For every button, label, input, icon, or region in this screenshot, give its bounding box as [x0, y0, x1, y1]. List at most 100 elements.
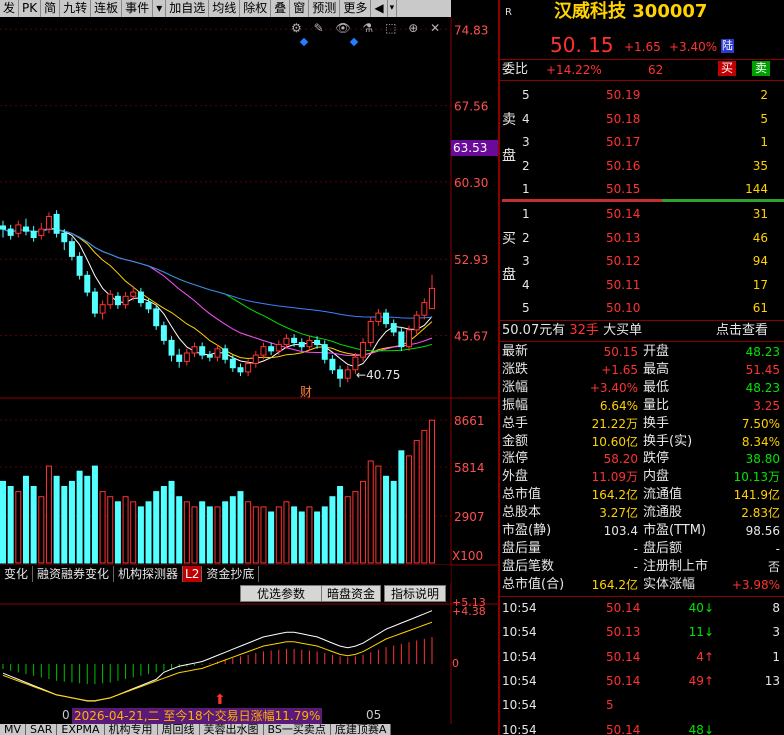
volume-bar [421, 429, 428, 564]
price-axis-label: 52.93 [454, 253, 488, 267]
candle-body [367, 321, 374, 343]
volume-bar [429, 419, 435, 564]
quote-panel: R 汉威科技 300007 50. 15 +1.65 +3.40% 陆 委比 +… [498, 0, 784, 735]
bottom-tab-4[interactable]: 周回线 [157, 724, 200, 735]
quote-value: 2.83亿 [741, 506, 780, 521]
candle-body [229, 358, 236, 369]
sell-button[interactable]: 卖 [752, 61, 771, 76]
view-detail-link[interactable]: 点击查看 [716, 323, 768, 339]
quote-label: 金额 [502, 433, 529, 449]
volume-bar [413, 440, 420, 564]
stock-price: 50. 15 [550, 33, 614, 57]
volume-bar [168, 480, 175, 564]
candle-body [76, 255, 83, 276]
candle-body [91, 291, 98, 314]
quote-label: 涨停 [502, 451, 529, 467]
macd-axis-label: 0 [452, 657, 459, 670]
bottom-tab-7[interactable]: 底建顶赛A [330, 724, 392, 735]
bottom-tab-6[interactable]: BS一买卖点 [263, 724, 331, 735]
indicator-tab-1[interactable]: 融资融券变化 [33, 566, 115, 582]
quote-value: 6.64% [599, 398, 638, 413]
quote-label: 总市值 [502, 487, 542, 503]
candle-body [337, 369, 344, 379]
quote-value: 3.25 [753, 398, 780, 413]
weibi-value: +14.22% [546, 63, 602, 77]
tick-volume-value: 49 [688, 673, 704, 688]
tick-volume-value: 11 [688, 625, 704, 640]
quote-label: 总市值(合) [502, 576, 565, 592]
indicator-tab-2[interactable]: 机构探测器 [114, 566, 184, 582]
buy-button[interactable]: 买 [718, 61, 737, 76]
indicator-tab-0[interactable]: 变化 [0, 566, 34, 582]
volume-bar [160, 486, 167, 564]
price-axis-label: 74.83 [454, 23, 488, 37]
volume-bar [191, 506, 198, 564]
quote-value: 58.20 [603, 452, 638, 467]
candle-body [398, 331, 405, 348]
bids-side-label: 买 [502, 231, 516, 247]
date-label: 05 [366, 708, 381, 722]
candle-body [191, 346, 198, 354]
bottom-tab-1[interactable]: SAR [26, 724, 58, 735]
down-arrow-icon: ↓ [703, 601, 714, 615]
indicator-tab-4[interactable]: 资金抄底 [202, 566, 260, 582]
event-info: 2026-04-21,二 至今18个交易日涨幅11.79% [72, 708, 323, 724]
option-button-2[interactable]: 指标说明 [384, 585, 446, 602]
tick-count: 8 [772, 601, 780, 615]
quote-label: 盘后额 [643, 540, 683, 556]
volume-bar [298, 511, 305, 564]
volume-bar [30, 486, 37, 564]
candle-body [329, 358, 336, 371]
down-arrow-icon: ↓ [703, 625, 714, 640]
indicator-tabs: 变化 融资融券变化 机构探测器 L2 资金抄底 [0, 565, 451, 583]
event-arrow-icon[interactable]: ⬆ [214, 692, 226, 708]
quote-value: - [633, 541, 638, 556]
indicator-tab-3[interactable]: L2 [183, 566, 203, 582]
quote-label: 换手 [643, 415, 670, 431]
low-price-label: ←40.75 [356, 368, 401, 382]
tick-time: 10:54 [502, 722, 537, 735]
level-price: 50.10 [606, 301, 641, 315]
bottom-tab-5[interactable]: 芙蓉出水图 [199, 724, 264, 735]
candle-body [252, 354, 259, 365]
chart-tool-icons[interactable]: ⚙ ✎ 👁 ⚗ ⬚ ⊕ ✕ [291, 20, 444, 36]
candle-body [383, 312, 390, 325]
level-volume: 31 [752, 207, 768, 221]
tick-time: 10:54 [502, 625, 537, 640]
level-volume: 1 [760, 135, 768, 149]
kline-chart[interactable]: 866158142907X100 +5.13+4.3800 05 74.8367.… [0, 0, 498, 735]
level-volume: 144 [745, 182, 768, 196]
quote-value: 7.50% [741, 416, 780, 431]
candle-body [68, 241, 75, 257]
candle-body [84, 274, 91, 293]
candle-body [183, 352, 190, 362]
level-label: 1 [522, 182, 530, 196]
up-arrow-icon: ↑ [703, 649, 714, 664]
quote-value: 98.56 [745, 524, 780, 538]
candle-body [268, 346, 275, 352]
finance-marker[interactable]: 财 [300, 384, 312, 400]
quote-value: +3.98% [731, 577, 780, 592]
quote-value: 21.22万 [591, 416, 638, 431]
candle-body [199, 346, 206, 356]
option-button-0[interactable]: 优选参数 [240, 585, 322, 602]
quote-value: 51.45 [745, 362, 780, 377]
candle-body [168, 339, 175, 356]
big-order-line[interactable]: 50.07元有 32手 大买单 [502, 323, 642, 339]
bottom-tab-3[interactable]: 机构专用 [104, 724, 158, 735]
volume-bar [145, 501, 152, 564]
candle-body [421, 302, 428, 316]
tick-time: 10:54 [502, 673, 537, 688]
bottom-tab-0[interactable]: MV [0, 724, 27, 735]
quote-value: 10.60亿 [591, 434, 638, 449]
volume-bar [38, 496, 45, 564]
level-volume: 35 [752, 158, 768, 173]
price-axis-label: 60.30 [454, 176, 488, 190]
bid-ratio-bar [502, 199, 662, 202]
option-button-1[interactable]: 暗盘资金 [321, 585, 381, 602]
level-volume: 17 [752, 277, 768, 292]
volume-bar [68, 480, 75, 564]
candle-body [107, 293, 114, 306]
bottom-tab-2[interactable]: EXPMA [57, 724, 105, 735]
candle-body [38, 228, 45, 236]
